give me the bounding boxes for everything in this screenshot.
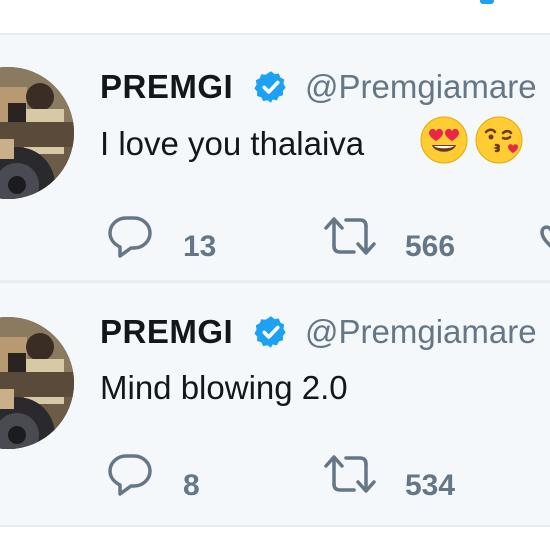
- verified-badge-icon: [254, 316, 286, 348]
- tweet-timeline: PREMGI @Premgiamare I love you thalaiva: [0, 0, 550, 550]
- avatar[interactable]: [0, 317, 74, 449]
- user-handle[interactable]: @Premgiamare: [305, 68, 537, 106]
- tweet-card[interactable]: PREMGI @Premgiamare I love you thalaiva: [0, 35, 550, 280]
- tweet-actions: 13 566: [0, 210, 550, 263]
- display-name[interactable]: PREMGI: [100, 313, 233, 351]
- tweet-actions: 8 534: [0, 448, 550, 502]
- reply-icon[interactable]: [106, 214, 154, 258]
- reply-icon[interactable]: [106, 452, 154, 496]
- retweet-count: 534: [405, 469, 456, 502]
- avatar[interactable]: [0, 67, 74, 199]
- retweet-icon[interactable]: [322, 214, 378, 258]
- user-handle[interactable]: @Premgiamare: [305, 313, 537, 351]
- reply-count: 8: [183, 469, 200, 502]
- timeline-bottom-edge: [0, 527, 550, 550]
- kissing-face-emoji: [475, 116, 523, 164]
- reply-count: 13: [183, 230, 217, 263]
- verified-badge-icon: [254, 71, 286, 103]
- heart-eyes-emoji: [420, 116, 468, 164]
- display-name[interactable]: PREMGI: [100, 68, 233, 106]
- retweet-icon[interactable]: [322, 452, 378, 496]
- retweet-count: 566: [405, 230, 456, 263]
- timeline-top-edge: [0, 0, 550, 33]
- tweet-text: I love you thalaiva: [100, 125, 365, 162]
- top-partial-icon: [480, 0, 494, 4]
- tweet-text: Mind blowing 2.0: [100, 369, 348, 406]
- like-icon[interactable]: [540, 220, 550, 260]
- tweet-card[interactable]: PREMGI @Premgiamare Mind blowing 2.0 8 5…: [0, 283, 550, 525]
